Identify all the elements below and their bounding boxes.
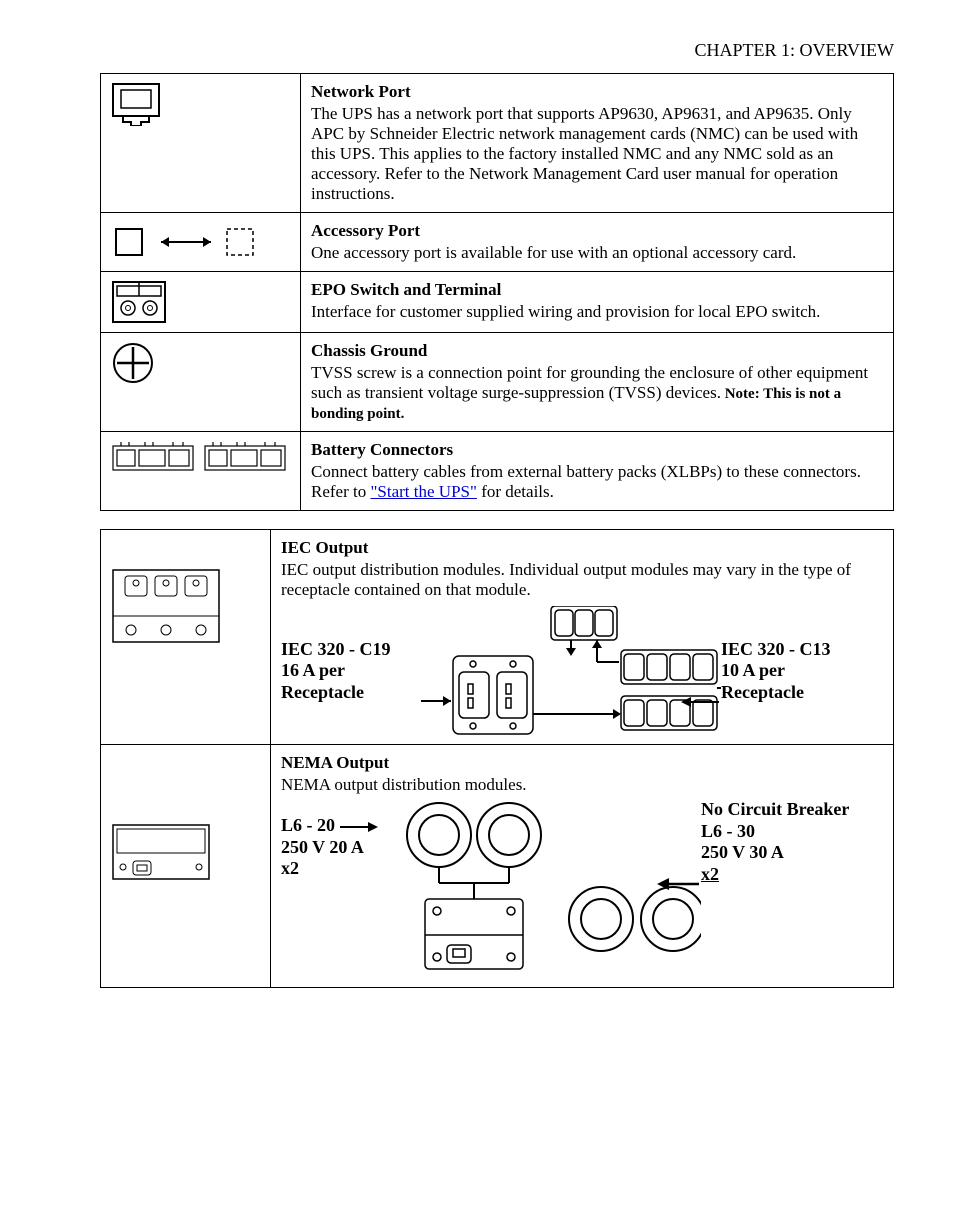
arrow-right-icon [340, 821, 380, 833]
row-epo: EPO Switch and Terminal Interface for cu… [101, 272, 894, 333]
epo-terminal-icon [111, 280, 167, 324]
desc-accessory: Accessory Port One accessory port is ava… [301, 213, 894, 272]
iec-module-icon [111, 568, 221, 644]
label-c13-name: IEC 320 - C13 [721, 639, 831, 659]
icon-cell-ground [101, 333, 301, 432]
title-ground: Chassis Ground [311, 341, 883, 361]
page: CHAPTER 1: OVERVIEW Network Port The UPS… [0, 0, 954, 1066]
iec-diagram-icon [421, 606, 721, 736]
icon-cell-epo [101, 272, 301, 333]
icon-cell-accessory [101, 213, 301, 272]
row-chassis-ground: Chassis Ground TVSS screw is a connectio… [101, 333, 894, 432]
icon-cell-battery [101, 432, 301, 511]
body-accessory: One accessory port is available for use … [311, 243, 883, 263]
arrow-left-icon [679, 695, 719, 709]
label-c13-spec: 10 A per [721, 660, 785, 680]
desc-epo: EPO Switch and Terminal Interface for cu… [301, 272, 894, 333]
label-l630: No Circuit Breaker L6 - 30 250 V 30 A x2 [701, 799, 881, 885]
body-network: The UPS has a network port that supports… [311, 104, 883, 204]
arrow-left-icon [655, 877, 699, 891]
title-epo: EPO Switch and Terminal [311, 280, 883, 300]
row-battery-conn: Battery Connectors Connect battery cable… [101, 432, 894, 511]
page-header: CHAPTER 1: OVERVIEW [100, 40, 894, 61]
label-c19: IEC 320 - C19 16 A per Receptacle [281, 639, 421, 704]
icon-cell-nema [101, 745, 271, 988]
desc-battery: Battery Connectors Connect battery cable… [301, 432, 894, 511]
body-iec: IEC output distribution modules. Individ… [281, 560, 883, 600]
title-accessory: Accessory Port [311, 221, 883, 241]
body-battery-suffix: for details. [477, 482, 554, 501]
body-nema: NEMA output distribution modules. [281, 775, 883, 795]
label-l620: L6 - 20 250 V 20 A x2 [281, 799, 401, 880]
components-table: Network Port The UPS has a network port … [100, 73, 894, 511]
rj45-port-icon [111, 82, 161, 126]
chassis-ground-icon [111, 341, 155, 385]
icon-cell-network [101, 74, 301, 213]
icon-cell-iec [101, 530, 271, 745]
desc-network: Network Port The UPS has a network port … [301, 74, 894, 213]
desc-iec: IEC Output IEC output distribution modul… [271, 530, 894, 745]
title-battery: Battery Connectors [311, 440, 883, 460]
output-modules-table: IEC Output IEC output distribution modul… [100, 529, 894, 988]
title-iec: IEC Output [281, 538, 883, 558]
row-accessory-port: Accessory Port One accessory port is ava… [101, 213, 894, 272]
accessory-swap-icon [111, 221, 261, 261]
link-start-ups[interactable]: "Start the UPS" [370, 482, 476, 501]
label-c13-unit: Receptacle [721, 682, 804, 702]
row-network-port: Network Port The UPS has a network port … [101, 74, 894, 213]
desc-nema: NEMA Output NEMA output distribution mod… [271, 745, 894, 988]
body-epo: Interface for customer supplied wiring a… [311, 302, 883, 322]
row-nema-output: NEMA Output NEMA output distribution mod… [101, 745, 894, 988]
desc-ground: Chassis Ground TVSS screw is a connectio… [301, 333, 894, 432]
title-network: Network Port [311, 82, 883, 102]
battery-connectors-icon [111, 440, 287, 474]
nema-module-icon [111, 823, 211, 881]
row-iec-output: IEC Output IEC output distribution modul… [101, 530, 894, 745]
title-nema: NEMA Output [281, 753, 883, 773]
